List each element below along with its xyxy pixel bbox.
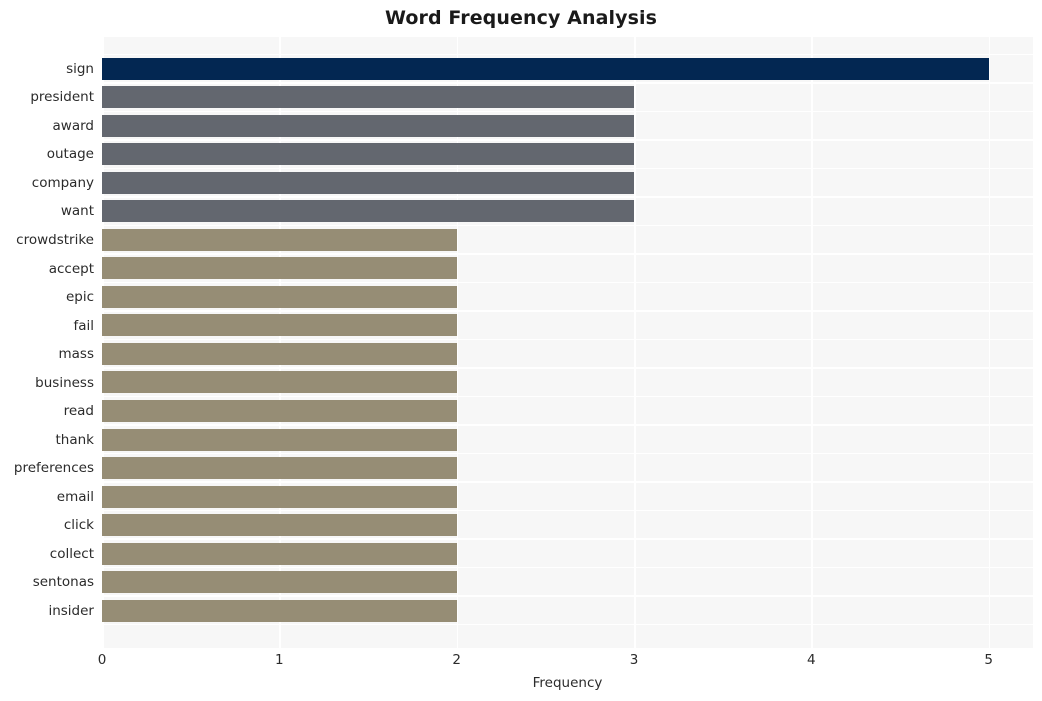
y-tick-label: email xyxy=(56,488,94,505)
bar[interactable] xyxy=(102,400,457,422)
y-tick-label: thank xyxy=(55,431,95,448)
bar[interactable] xyxy=(102,143,634,166)
x-tick-label: 3 xyxy=(629,652,639,668)
y-tick-label: epic xyxy=(65,289,94,306)
bar-row xyxy=(102,254,1033,283)
bar-row xyxy=(102,340,1033,369)
x-axis-title: Frequency xyxy=(532,675,603,691)
bar-row xyxy=(102,112,1033,141)
bar-row xyxy=(102,283,1033,312)
bar-row xyxy=(102,311,1033,340)
bar-row xyxy=(102,482,1033,511)
bar[interactable] xyxy=(102,371,457,394)
chart-figure: Word Frequency Analysis sign president awa… xyxy=(0,0,1042,701)
bar[interactable] xyxy=(102,428,457,451)
y-tick-label: president xyxy=(30,89,94,106)
bar-row xyxy=(102,596,1033,625)
y-tick-label: crowdstrike xyxy=(16,232,94,248)
y-tick-label: business xyxy=(35,374,94,391)
bar-series xyxy=(102,37,1033,648)
y-tick-label: fail xyxy=(73,317,94,334)
bar-row xyxy=(102,568,1033,597)
x-tick-label: 1 xyxy=(275,652,284,668)
x-tick-label: 0 xyxy=(97,652,107,668)
x-tick-label: 5 xyxy=(984,652,993,668)
bar[interactable] xyxy=(102,514,457,537)
bar-row xyxy=(102,169,1033,198)
bar-row xyxy=(102,425,1033,454)
bar-row xyxy=(102,368,1033,397)
bar-row xyxy=(102,397,1033,426)
bar[interactable] xyxy=(102,457,457,480)
x-tick-label: 2 xyxy=(452,652,461,668)
bar[interactable] xyxy=(102,314,457,337)
bar[interactable] xyxy=(102,86,634,109)
bar[interactable] xyxy=(102,114,634,137)
bar-row xyxy=(102,55,1033,84)
bar[interactable] xyxy=(102,342,457,365)
y-tick-label: outage xyxy=(46,146,94,163)
bar[interactable] xyxy=(102,228,457,251)
x-axis-tick-labels: 0 1 2 3 4 5 xyxy=(0,652,1042,672)
y-tick-label: mass xyxy=(58,346,95,363)
bar[interactable] xyxy=(102,57,989,80)
y-tick-label: want xyxy=(60,203,94,220)
y-tick-label: collect xyxy=(49,545,94,562)
bar-row xyxy=(102,140,1033,169)
y-axis-tick-labels: sign president award outage company want crowd… xyxy=(0,37,94,648)
bar[interactable] xyxy=(102,257,457,280)
bar-row xyxy=(102,83,1033,112)
y-tick-label: preferences xyxy=(13,460,94,477)
plot-area xyxy=(102,37,1033,648)
y-tick-label: read xyxy=(63,403,94,420)
y-tick-label: sign xyxy=(66,60,94,77)
x-tick-label: 4 xyxy=(807,652,816,668)
bar[interactable] xyxy=(102,171,634,194)
bar[interactable] xyxy=(102,285,457,308)
y-tick-label: company xyxy=(31,174,94,191)
bar-row xyxy=(102,197,1033,226)
y-tick-label: click xyxy=(63,517,94,534)
bar-row xyxy=(102,226,1033,255)
y-tick-label: award xyxy=(52,117,94,134)
bar-row xyxy=(102,511,1033,540)
bar-row xyxy=(102,454,1033,483)
bar[interactable] xyxy=(102,200,634,223)
chart-title: Word Frequency Analysis xyxy=(384,7,658,29)
y-tick-label: accept xyxy=(48,260,94,277)
bar[interactable] xyxy=(102,485,457,508)
y-tick-label: insider xyxy=(48,602,94,619)
bar[interactable] xyxy=(102,542,457,565)
bar[interactable] xyxy=(102,599,457,622)
bar[interactable] xyxy=(102,571,457,594)
y-tick-label: sentonas xyxy=(32,574,94,591)
bar-row xyxy=(102,539,1033,568)
